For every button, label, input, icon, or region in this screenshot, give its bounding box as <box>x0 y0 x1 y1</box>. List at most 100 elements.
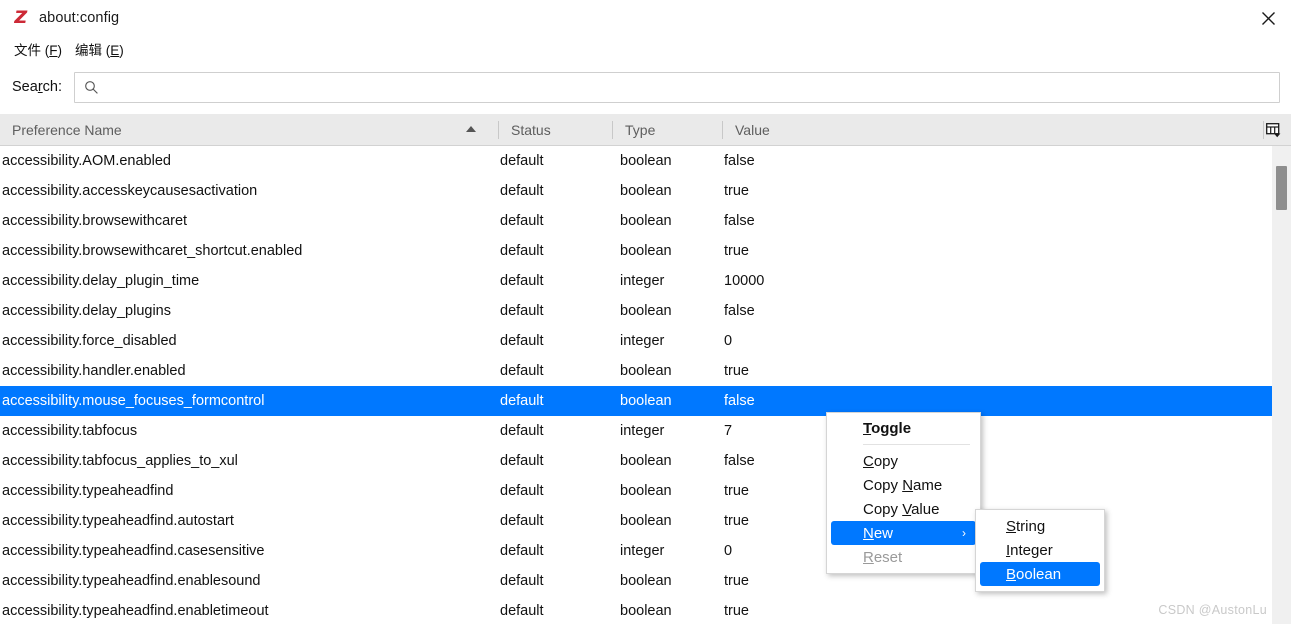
menu-file-label: 文件 ( <box>14 42 50 58</box>
column-header-type-label: Type <box>625 121 656 138</box>
menu-item-copy-name[interactable]: Copy Name <box>827 473 980 497</box>
sort-ascending-icon <box>466 126 476 132</box>
menu-item-label: Toggle <box>863 419 912 437</box>
cell-value: false <box>724 393 755 409</box>
cell-preference-name: accessibility.accesskeycausesactivation <box>2 183 258 199</box>
menu-edit[interactable]: 编辑 (E) <box>69 37 131 61</box>
cell-status: default <box>500 363 544 379</box>
column-header-value-label: Value <box>735 121 770 138</box>
column-header-value[interactable]: Value <box>723 114 1263 145</box>
submenu-item-label: Integer <box>1006 541 1053 559</box>
window-title: about:config <box>39 10 120 26</box>
cell-value: true <box>724 573 749 589</box>
title-bar: Z about:config <box>0 0 1291 36</box>
search-bar: Search: <box>0 61 1291 114</box>
table-row[interactable]: accessibility.delay_plugins default boolea… <box>0 296 1272 326</box>
column-picker-icon[interactable] <box>1264 120 1284 140</box>
menu-edit-accesskey: E <box>110 42 120 58</box>
cell-status: default <box>500 603 544 619</box>
menu-file-suffix: ) <box>57 42 63 58</box>
menu-item-toggle[interactable]: Toggle <box>827 416 980 440</box>
close-button[interactable] <box>1245 0 1291 36</box>
cell-value: 10000 <box>724 273 765 289</box>
cell-status: default <box>500 393 544 409</box>
menu-item-copy[interactable]: Copy <box>827 449 980 473</box>
cell-type: boolean <box>620 183 672 199</box>
column-header-status[interactable]: Status <box>499 114 612 145</box>
menu-bar: 文件 (F) 编辑 (E) <box>0 36 1291 61</box>
table-row[interactable]: accessibility.typeaheadfind.enabletimeou… <box>0 596 1272 624</box>
cell-type: integer <box>620 333 665 349</box>
cell-preference-name: accessibility.AOM.enabled <box>2 153 171 169</box>
chevron-right-icon: › <box>962 526 966 540</box>
submenu-item-label: String <box>1006 517 1046 535</box>
search-input[interactable] <box>105 73 1279 101</box>
cell-status: default <box>500 483 544 499</box>
cell-status: default <box>500 513 544 529</box>
table-row[interactable]: accessibility.mouse_focuses_formcontrol d… <box>0 386 1272 416</box>
cell-preference-name: accessibility.typeaheadfind.enabletimeou… <box>2 603 269 619</box>
column-header-type[interactable]: Type <box>613 114 722 145</box>
menu-item-copy-value[interactable]: Copy Value <box>827 497 980 521</box>
table-row[interactable]: accessibility.tabfocus_applies_to_xul def… <box>0 446 1272 476</box>
close-icon <box>1261 11 1275 25</box>
table-row[interactable]: accessibility.AOM.enabled default boolean f… <box>0 146 1272 176</box>
menu-file-accesskey: F <box>49 42 58 58</box>
cell-status: default <box>500 273 544 289</box>
table-header: Preference Name Status Type Value <box>0 114 1291 146</box>
menu-file[interactable]: 文件 (F) <box>8 37 69 61</box>
cell-value: false <box>724 153 755 169</box>
cell-status: default <box>500 183 544 199</box>
table-row[interactable]: accessibility.force_disabled default integ… <box>0 326 1272 356</box>
menu-item-reset: Reset <box>827 545 980 569</box>
menu-item-label: Reset <box>863 548 903 566</box>
column-header-status-label: Status <box>511 121 551 138</box>
cell-value: true <box>724 183 749 199</box>
menu-item-label: Copy Value <box>863 500 940 518</box>
cell-type: boolean <box>620 513 672 529</box>
submenu-item-integer[interactable]: Integer <box>976 538 1104 562</box>
table-row[interactable]: accessibility.browsewithcaret default bool… <box>0 206 1272 236</box>
cell-preference-name: accessibility.handler.enabled <box>2 363 186 379</box>
cell-preference-name: accessibility.browsewithcaret_shortcut.e… <box>2 243 303 259</box>
table-row[interactable]: accessibility.typeaheadfind default boolea… <box>0 476 1272 506</box>
cell-status: default <box>500 213 544 229</box>
cell-preference-name: accessibility.typeaheadfind.casesensitiv… <box>2 543 265 559</box>
cell-value: 7 <box>724 423 733 439</box>
cell-value: false <box>724 213 755 229</box>
table-row[interactable]: accessibility.tabfocus default integer 7 <box>0 416 1272 446</box>
cell-type: integer <box>620 543 665 559</box>
cell-value: true <box>724 363 749 379</box>
cell-type: boolean <box>620 213 672 229</box>
cell-type: boolean <box>620 603 672 619</box>
table-row[interactable]: accessibility.handler.enabled default bool… <box>0 356 1272 386</box>
search-box[interactable] <box>74 71 1280 103</box>
submenu-item-string[interactable]: String <box>976 514 1104 538</box>
table-row[interactable]: accessibility.browsewithcaret_shortcut.e… <box>0 236 1272 266</box>
cell-preference-name: accessibility.typeaheadfind.autostart <box>2 513 234 529</box>
cell-value: true <box>724 513 749 529</box>
vertical-scrollbar[interactable] <box>1272 146 1291 624</box>
column-header-preference-name[interactable]: Preference Name <box>0 114 498 145</box>
cell-preference-name: accessibility.mouse_focuses_formcontrol <box>2 393 265 409</box>
cell-status: default <box>500 243 544 259</box>
cell-value: true <box>724 603 749 619</box>
submenu-item-boolean[interactable]: Boolean <box>980 562 1100 586</box>
cell-type: boolean <box>620 483 672 499</box>
cell-type: boolean <box>620 573 672 589</box>
menu-item-new[interactable]: New › <box>831 521 976 545</box>
cell-value: 0 <box>724 333 733 349</box>
cell-preference-name: accessibility.delay_plugin_time <box>2 273 200 289</box>
cell-preference-name: accessibility.browsewithcaret <box>2 213 188 229</box>
table-row[interactable]: accessibility.accesskeycausesactivation d… <box>0 176 1272 206</box>
cell-preference-name: accessibility.force_disabled <box>2 333 177 349</box>
column-header-preference-name-label: Preference Name <box>12 121 122 138</box>
cell-preference-name: accessibility.typeaheadfind <box>2 483 174 499</box>
table-row[interactable]: accessibility.delay_plugin_time default in… <box>0 266 1272 296</box>
context-menu[interactable]: Toggle Copy Copy Name Copy Value New › Reset <box>826 412 981 574</box>
scrollbar-thumb[interactable] <box>1276 166 1287 210</box>
cell-type: boolean <box>620 303 672 319</box>
new-preference-submenu[interactable]: String Integer Boolean <box>975 509 1105 592</box>
cell-type: boolean <box>620 393 672 409</box>
submenu-item-label: Boolean <box>1006 565 1062 583</box>
